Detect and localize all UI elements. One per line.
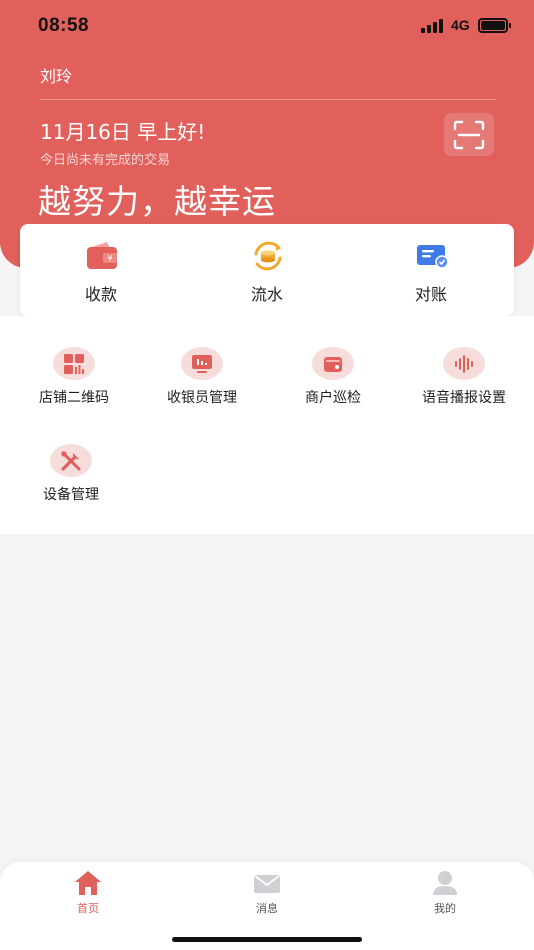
qr-grid-icon (53, 347, 95, 380)
wrench-icon (50, 444, 92, 477)
status-time: 08:58 (38, 15, 90, 36)
function-label: 商户巡检 (305, 390, 361, 406)
mail-icon (254, 875, 280, 893)
status-bar: 08:58 4G (0, 0, 534, 52)
user-icon (433, 871, 457, 895)
quick-action-label: 收款 (84, 285, 117, 304)
inspect-wallet-icon (312, 347, 354, 380)
quick-actions-card: ¥ 收款 流水 对账 (20, 224, 514, 316)
coin-flow-icon (254, 241, 282, 271)
function-cashier-management[interactable]: 收银员管理 (142, 347, 262, 427)
function-grid: 店铺二维码 收银员管理 商户巡检 语音播报设置 设备管理 (0, 316, 534, 534)
tab-messages[interactable]: 消息 (227, 870, 307, 920)
quick-action-collect[interactable]: ¥ 收款 (36, 224, 166, 316)
monitor-icon (181, 347, 223, 380)
function-voice-broadcast-settings[interactable]: 语音播报设置 (404, 347, 524, 427)
wallet-yuan-icon: ¥ (87, 242, 117, 269)
quick-action-label: 流水 (250, 285, 283, 304)
function-label: 设备管理 (43, 487, 99, 503)
greeting-text: 11月16日 早上好! (40, 120, 206, 144)
slogan-text: 越努力，越幸运 (38, 182, 276, 221)
function-label: 店铺二维码 (39, 390, 109, 406)
transaction-status-text: 今日尚未有完成的交易 (40, 153, 171, 168)
user-name: 刘玲 (40, 67, 73, 86)
function-label: 收银员管理 (167, 390, 237, 406)
home-icon (75, 871, 101, 895)
quick-action-reconcile[interactable]: 对账 (366, 224, 496, 316)
function-label: 语音播报设置 (422, 390, 506, 406)
function-store-qrcode[interactable]: 店铺二维码 (14, 347, 134, 427)
svg-text:¥: ¥ (107, 254, 112, 263)
battery-icon (478, 18, 511, 33)
statement-icon (417, 245, 449, 269)
network-type: 4G (451, 17, 470, 33)
tab-label: 消息 (256, 902, 278, 915)
scan-button[interactable] (444, 113, 494, 156)
header-divider (40, 99, 496, 100)
signal-icon (421, 19, 447, 33)
function-merchant-inspection[interactable]: 商户巡检 (273, 347, 393, 427)
quick-action-label: 对账 (414, 285, 447, 304)
scan-icon (453, 120, 485, 150)
tab-label: 我的 (434, 902, 456, 915)
home-indicator (172, 937, 362, 942)
tab-label: 首页 (77, 902, 99, 915)
quick-action-flow[interactable]: 流水 (202, 224, 332, 316)
tab-profile[interactable]: 我的 (405, 870, 485, 920)
tab-home[interactable]: 首页 (48, 870, 128, 920)
function-device-management[interactable]: 设备管理 (11, 444, 131, 524)
sound-wave-icon (443, 347, 485, 380)
